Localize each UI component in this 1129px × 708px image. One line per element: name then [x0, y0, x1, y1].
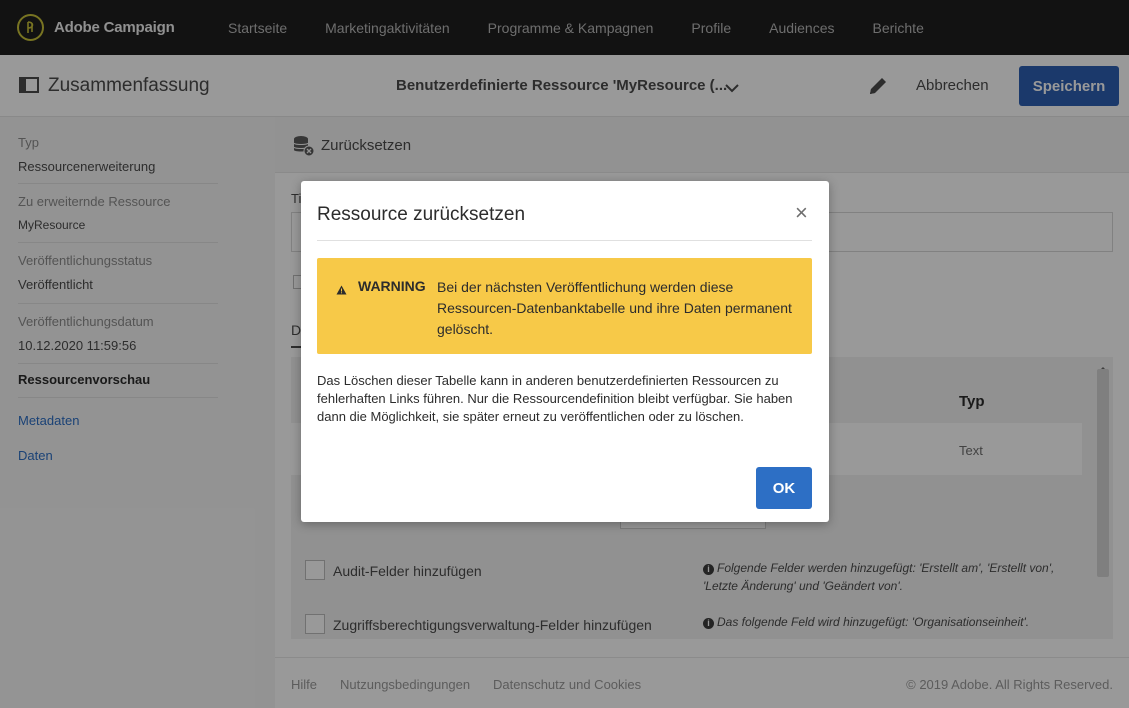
close-icon[interactable]: ×: [795, 202, 808, 224]
warning-icon: [336, 282, 347, 300]
dialog-title: Ressource zurücksetzen: [317, 204, 526, 225]
warning-banner: WARNING Bei der nächsten Veröffentlichun…: [317, 258, 812, 354]
dialog-body-text: Das Löschen dieser Tabelle kann in ander…: [317, 373, 793, 424]
warning-label: WARNING: [358, 278, 426, 294]
warning-text: Bei der nächsten Veröffentlichung werden…: [437, 279, 792, 337]
reset-resource-dialog: Ressource zurücksetzen × WARNING Bei der…: [301, 181, 829, 522]
dialog-divider: [317, 240, 812, 241]
ok-button[interactable]: OK: [756, 467, 812, 509]
